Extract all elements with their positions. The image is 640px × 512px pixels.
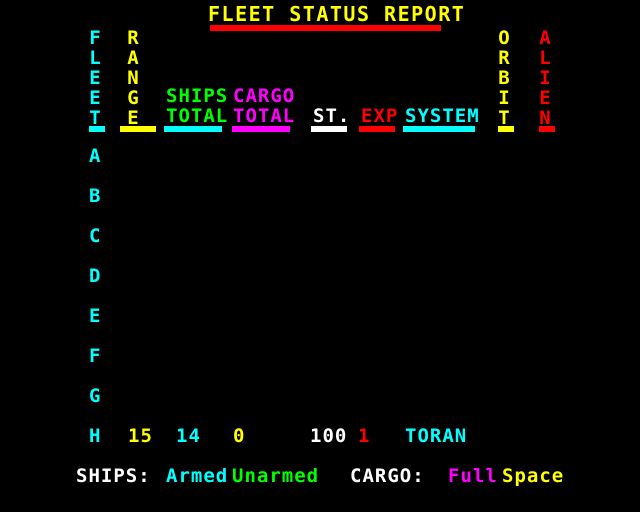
cell-st: 100 xyxy=(310,425,348,447)
cell-cargo-total: 0 xyxy=(233,425,246,447)
fleet-letter: T xyxy=(89,107,101,129)
orbit-letter: B xyxy=(498,67,510,89)
cell-ships-total: 14 xyxy=(176,425,201,447)
table-row[interactable]: C xyxy=(89,226,101,246)
legend-ships-unarmed: Unarmed xyxy=(232,465,320,487)
column-rule-fleet xyxy=(89,126,105,132)
orbit-letter: R xyxy=(498,47,510,69)
fleet-letter: E xyxy=(89,87,101,109)
title-underline-rule xyxy=(210,25,441,31)
orbit-letter: T xyxy=(498,107,510,129)
range-letter: R xyxy=(127,27,139,49)
column-header-cargo: CARGO xyxy=(233,85,296,107)
table-row[interactable]: F xyxy=(89,346,101,366)
legend-cargo-full: Full xyxy=(448,465,498,487)
table-row[interactable]: E xyxy=(89,306,101,326)
orbit-letter: O xyxy=(498,27,510,49)
alien-letter: N xyxy=(539,107,551,129)
column-rule-system xyxy=(403,126,475,132)
column-header-ships-total: TOTAL xyxy=(166,105,229,127)
column-header-ships: SHIPS xyxy=(166,85,229,107)
cell-range: 15 xyxy=(128,425,153,447)
legend-ships-armed: Armed xyxy=(166,465,229,487)
legend-cargo-space: Space xyxy=(502,465,565,487)
column-header-system: SYSTEM xyxy=(405,105,480,127)
cell-system: TORAN xyxy=(405,425,468,447)
column-header-fleet: F L E E T xyxy=(88,28,102,128)
table-row[interactable]: B xyxy=(89,186,101,206)
range-letter: E xyxy=(127,107,139,129)
terminal-screen: FLEET STATUS REPORT F L E E T R A N G E … xyxy=(0,0,640,512)
alien-letter: L xyxy=(539,47,551,69)
table-row[interactable]: H xyxy=(89,426,101,446)
range-letter: A xyxy=(127,47,139,69)
alien-letter: E xyxy=(539,87,551,109)
column-rule-exp xyxy=(359,126,395,132)
column-header-orbit: O R B I T xyxy=(497,28,511,128)
fleet-letter: E xyxy=(89,67,101,89)
orbit-letter: I xyxy=(498,87,510,109)
column-rule-st xyxy=(311,126,347,132)
table-row[interactable]: A xyxy=(89,146,101,166)
range-letter: G xyxy=(127,87,139,109)
range-letter: N xyxy=(127,67,139,89)
column-header-cargo-total: TOTAL xyxy=(233,105,296,127)
fleet-letter: L xyxy=(89,47,101,69)
column-rule-orbit xyxy=(498,126,514,132)
table-row[interactable]: G xyxy=(89,386,101,406)
column-rule-range xyxy=(120,126,156,132)
alien-letter: A xyxy=(539,27,551,49)
cell-exp: 1 xyxy=(358,425,371,447)
table-row[interactable]: D xyxy=(89,266,101,286)
column-rule-cargo-total xyxy=(232,126,290,132)
column-header-exp: EXP xyxy=(361,105,399,127)
legend-ships-label: SHIPS: xyxy=(76,465,151,487)
column-header-st: ST. xyxy=(313,105,351,127)
column-rule-alien xyxy=(539,126,555,132)
column-header-alien: A L I E N xyxy=(538,28,552,128)
alien-letter: I xyxy=(539,67,551,89)
column-header-range: R A N G E xyxy=(126,28,140,128)
legend-cargo-label: CARGO: xyxy=(350,465,425,487)
page-title: FLEET STATUS REPORT xyxy=(208,2,466,26)
column-rule-ships-total xyxy=(164,126,222,132)
fleet-letter: F xyxy=(89,27,101,49)
